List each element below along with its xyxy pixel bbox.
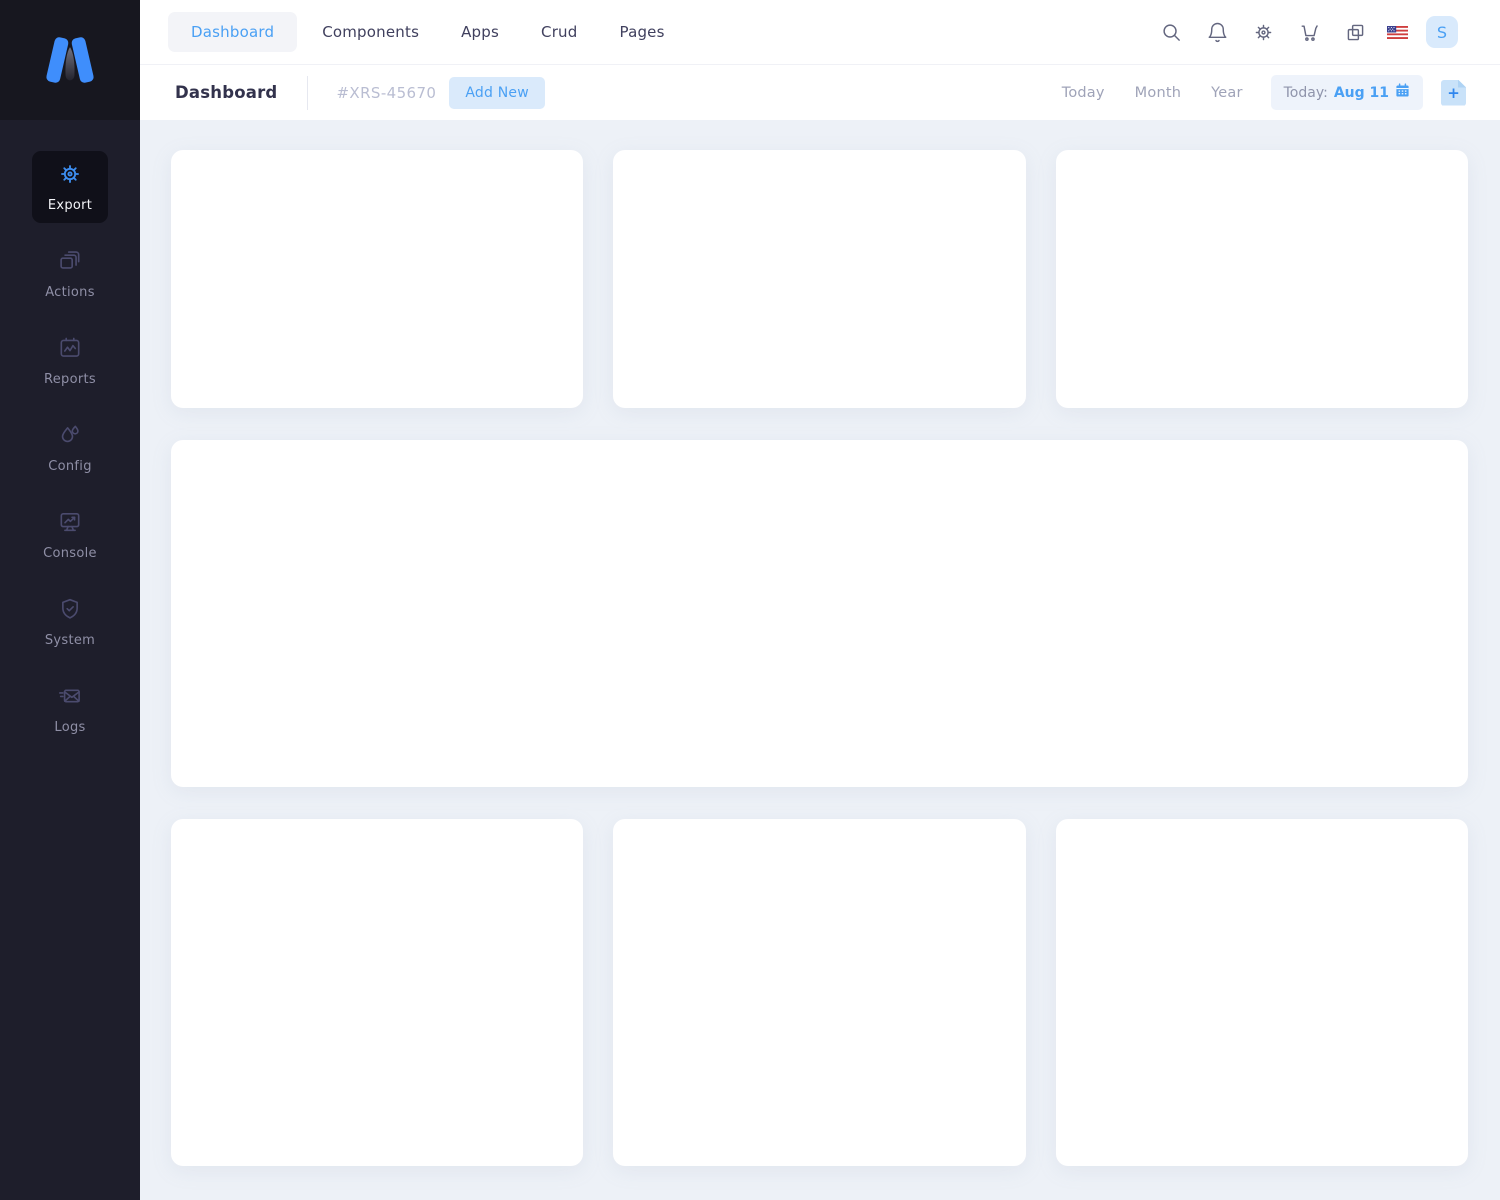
sidebar-item-reports[interactable]: Reports	[32, 325, 108, 397]
user-avatar[interactable]: S	[1426, 16, 1458, 48]
sidebar-item-logs[interactable]: Logs	[32, 673, 108, 745]
search-icon[interactable]	[1155, 16, 1188, 49]
main-nav: Dashboard Components Apps Crud Pages	[168, 12, 682, 52]
m-logo-icon	[37, 34, 103, 86]
card-placeholder	[1056, 150, 1468, 408]
nav-item-crud[interactable]: Crud	[524, 12, 594, 52]
gear-icon[interactable]	[1247, 16, 1280, 49]
add-widget-button[interactable]: +	[1441, 80, 1466, 106]
app-logo[interactable]	[0, 0, 140, 120]
water-drops-icon	[57, 422, 83, 452]
nav-item-components[interactable]: Components	[305, 12, 436, 52]
card-placeholder-wide	[171, 440, 1468, 787]
language-flag-us-icon[interactable]	[1385, 16, 1409, 49]
shield-check-icon	[57, 596, 83, 626]
monitor-trend-icon	[57, 509, 83, 539]
folded-corner	[1458, 80, 1466, 88]
sidebar-nav: Export Actions Reports	[0, 120, 140, 745]
divider	[307, 76, 308, 110]
sidebar-item-export[interactable]: Export	[32, 151, 108, 223]
topbar-actions: S	[1155, 16, 1458, 49]
sidebar-item-console[interactable]: Console	[32, 499, 108, 571]
sidebar-item-label: Actions	[45, 285, 95, 300]
add-new-button[interactable]: Add New	[449, 77, 545, 109]
page-title: Dashboard	[175, 83, 277, 102]
cart-icon[interactable]	[1293, 16, 1326, 49]
page-header-right: Today Month Year Today: Aug 11	[1054, 75, 1466, 110]
windows-copy-icon[interactable]	[1339, 16, 1372, 49]
card-placeholder	[171, 150, 583, 408]
sidebar-item-actions[interactable]: Actions	[32, 238, 108, 310]
mail-send-icon	[57, 683, 83, 713]
sidebar-item-system[interactable]: System	[32, 586, 108, 658]
reference-code: #XRS-45670	[336, 84, 436, 102]
sidebar: Export Actions Reports	[0, 0, 140, 1200]
copies-icon	[57, 248, 83, 278]
filter-month[interactable]: Month	[1127, 77, 1189, 109]
dashboard-grid	[171, 150, 1468, 1166]
card-placeholder	[171, 819, 583, 1166]
plus-icon: +	[1447, 86, 1460, 101]
page-header-left: Dashboard #XRS-45670 Add New	[175, 76, 545, 110]
nav-item-dashboard[interactable]: Dashboard	[168, 12, 297, 52]
filter-today[interactable]: Today	[1054, 77, 1113, 109]
date-prefix: Today:	[1284, 85, 1328, 101]
gear-icon	[57, 161, 83, 191]
sidebar-item-label: Config	[48, 459, 92, 474]
card-placeholder	[613, 150, 1025, 408]
date-picker-button[interactable]: Today: Aug 11	[1271, 75, 1423, 110]
main-area: Dashboard Components Apps Crud Pages	[140, 0, 1500, 1200]
nav-item-apps[interactable]: Apps	[444, 12, 516, 52]
sidebar-item-label: Console	[43, 546, 97, 561]
chart-frame-icon	[57, 335, 83, 365]
date-value: Aug 11	[1334, 85, 1389, 101]
filter-year[interactable]: Year	[1203, 77, 1251, 109]
card-placeholder	[613, 819, 1025, 1166]
page-header-bar: Dashboard #XRS-45670 Add New Today Month…	[140, 65, 1500, 120]
sidebar-item-label: Export	[48, 198, 92, 213]
bell-icon[interactable]	[1201, 16, 1234, 49]
sidebar-item-label: System	[45, 633, 95, 648]
calendar-icon	[1395, 83, 1410, 102]
sidebar-item-config[interactable]: Config	[32, 412, 108, 484]
top-navigation-bar: Dashboard Components Apps Crud Pages	[140, 0, 1500, 65]
nav-item-pages[interactable]: Pages	[603, 12, 682, 52]
sidebar-item-label: Reports	[44, 372, 96, 387]
content-area	[140, 120, 1500, 1200]
card-placeholder	[1056, 819, 1468, 1166]
sidebar-item-label: Logs	[54, 720, 85, 735]
